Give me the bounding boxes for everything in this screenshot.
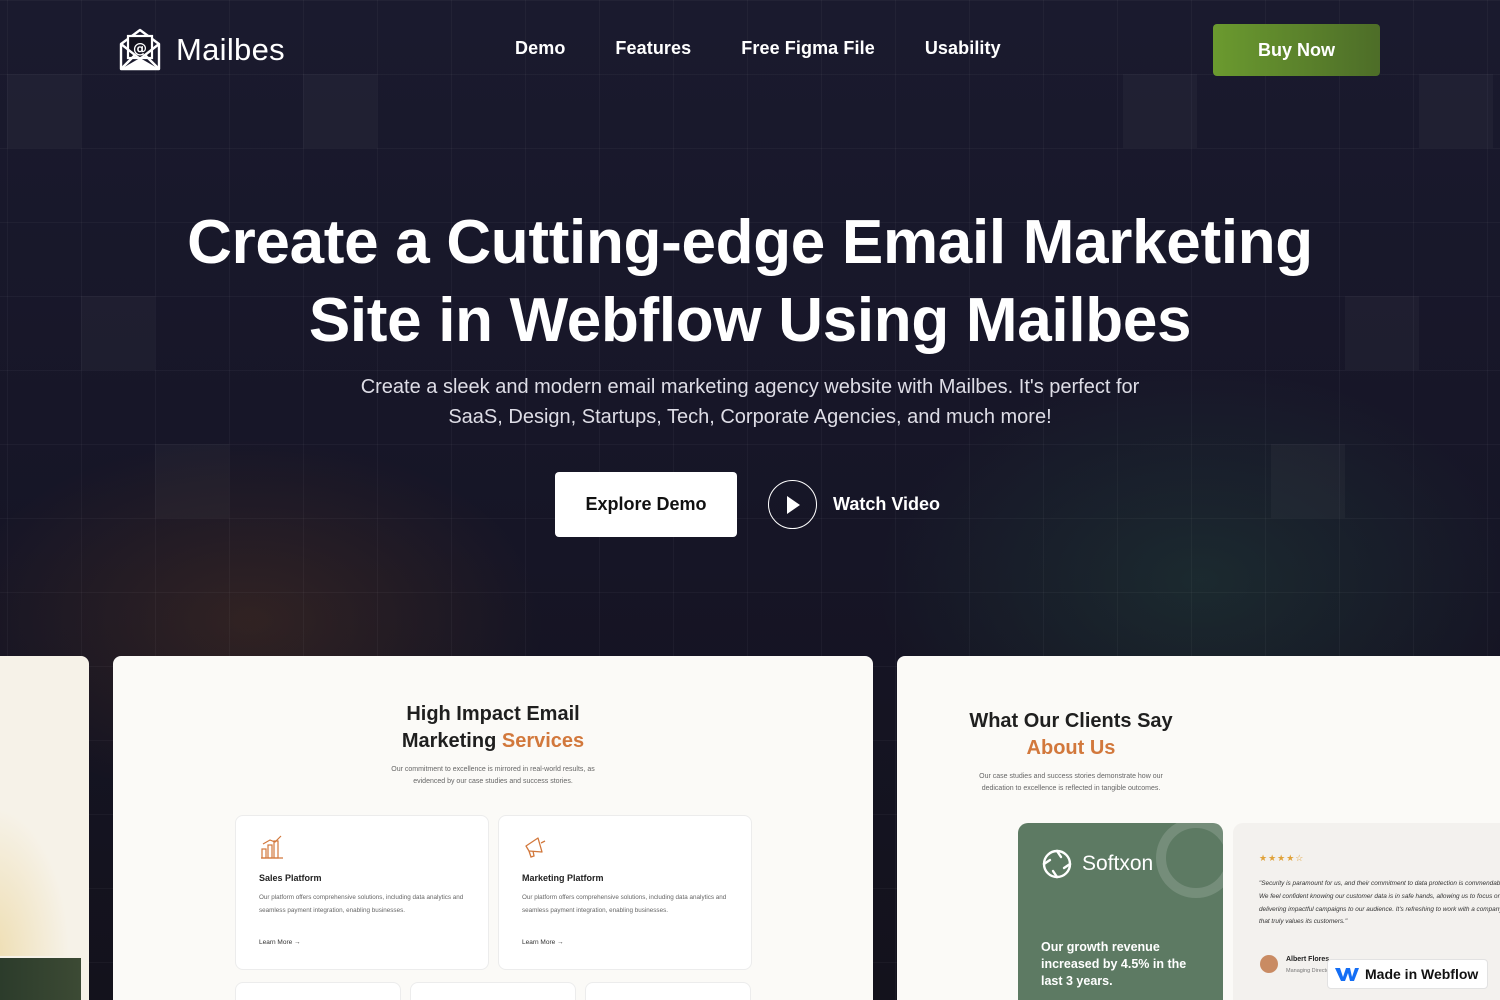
webflow-badge-label: Made in Webflow — [1365, 966, 1479, 982]
brand-logo[interactable]: @ Mailbes — [118, 28, 285, 72]
nav-link-demo[interactable]: Demo — [515, 38, 565, 59]
learn-more-link[interactable]: Learn More → — [259, 939, 301, 946]
hero-title: Create a Cutting-edge Email Marketing Si… — [0, 204, 1500, 360]
brand-name: Mailbes — [176, 32, 285, 67]
services-title-accent: Services — [501, 730, 585, 752]
megaphone-icon — [525, 837, 546, 858]
service-card-marketing[interactable]: Marketing Platform Our platform offers c… — [498, 815, 752, 970]
services-title: High Impact Email Marketing Services — [113, 701, 873, 755]
service-card-partial — [410, 982, 576, 1000]
made-in-webflow-badge[interactable]: Made in Webflow — [1327, 959, 1488, 989]
testimonials-title-line-1: What Our Clients Say — [969, 710, 1173, 732]
reviewer-role: Managing Director — [1286, 968, 1331, 974]
play-icon — [786, 495, 800, 514]
client-company-card: Softxon Our growth revenue increased by … — [1018, 823, 1223, 1000]
softxon-logo-icon — [1042, 849, 1072, 879]
avatar — [1260, 955, 1278, 973]
hero-title-line-1: Create a Cutting-edge Email Marketing — [187, 208, 1313, 277]
preview-card-left[interactable] — [0, 656, 89, 1000]
webflow-logo-icon — [1335, 968, 1359, 981]
client-brand: Softxon — [1040, 847, 1153, 881]
services-title-line-2: Marketing — [401, 730, 502, 752]
hero-subtitle-line-2: SaaS, Design, Startups, Tech, Corporate … — [448, 406, 1052, 428]
service-title: Marketing Platform — [522, 873, 604, 883]
site-header: @ Mailbes Demo Features Free Figma File … — [0, 0, 1500, 100]
preview-card-services[interactable]: High Impact Email Marketing Services Our… — [113, 656, 873, 1000]
grid-tile — [155, 444, 229, 518]
card-glow — [0, 806, 70, 956]
testimonials-desc-line-1: Our case studies and success stories dem… — [979, 773, 1163, 780]
watch-video-button[interactable]: Watch Video — [768, 480, 940, 529]
main-nav: Demo Features Free Figma File Usability — [515, 38, 1001, 59]
mail-envelope-icon: @ — [119, 28, 161, 71]
services-desc-line-1: Our commitment to excellence is mirrored… — [391, 766, 595, 773]
service-description: Our platform offers comprehensive soluti… — [522, 894, 727, 914]
testimonials-description: Our case studies and success stories dem… — [897, 771, 1381, 795]
bar-chart-icon — [261, 835, 283, 859]
hero-subtitle: Create a sleek and modern email marketin… — [310, 372, 1190, 432]
services-title-line-1: High Impact Email — [406, 703, 580, 725]
services-description: Our commitment to excellence is mirrored… — [113, 764, 873, 788]
learn-more-link[interactable]: Learn More → — [522, 939, 564, 946]
preview-card-testimonials[interactable]: What Our Clients Say About Us Our case s… — [897, 656, 1500, 1000]
explore-demo-button[interactable]: Explore Demo — [555, 472, 737, 537]
buy-now-button[interactable]: Buy Now — [1213, 24, 1380, 76]
service-card-partial — [585, 982, 751, 1000]
service-description: Our platform offers comprehensive soluti… — [259, 894, 464, 914]
testimonials-title: What Our Clients Say About Us — [897, 708, 1381, 762]
nav-link-figma-file[interactable]: Free Figma File — [741, 38, 875, 59]
reviewer-name: Albert Flores — [1286, 956, 1330, 963]
card-image-strip — [0, 958, 81, 1000]
hero-title-line-2: Site in Webflow Using Mailbes — [308, 286, 1192, 355]
services-desc-line-2: evidenced by our case studies and succes… — [413, 778, 573, 785]
service-card-sales[interactable]: Sales Platform Our platform offers compr… — [235, 815, 489, 970]
service-title: Sales Platform — [259, 873, 322, 883]
nav-link-features[interactable]: Features — [615, 38, 691, 59]
swirl-decoration-icon — [1156, 823, 1223, 898]
nav-link-usability[interactable]: Usability — [925, 38, 1001, 59]
client-company-name: Softxon — [1082, 852, 1154, 875]
grid-tile — [1271, 444, 1345, 518]
rating-stars: ★★★★☆ — [1259, 853, 1305, 863]
testimonial-quote: "Security is paramount for us, and their… — [1259, 880, 1500, 926]
client-growth-stat: Our growth revenue increased by 4.5% in … — [1041, 940, 1187, 988]
watch-video-label: Watch Video — [833, 494, 941, 514]
hero-subtitle-line-1: Create a sleek and modern email marketin… — [360, 376, 1140, 398]
service-card-partial — [235, 982, 401, 1000]
play-button[interactable] — [768, 480, 817, 529]
testimonials-desc-line-2: dedication to excellence is reflected in… — [981, 785, 1161, 792]
testimonials-title-accent: About Us — [1026, 737, 1116, 759]
